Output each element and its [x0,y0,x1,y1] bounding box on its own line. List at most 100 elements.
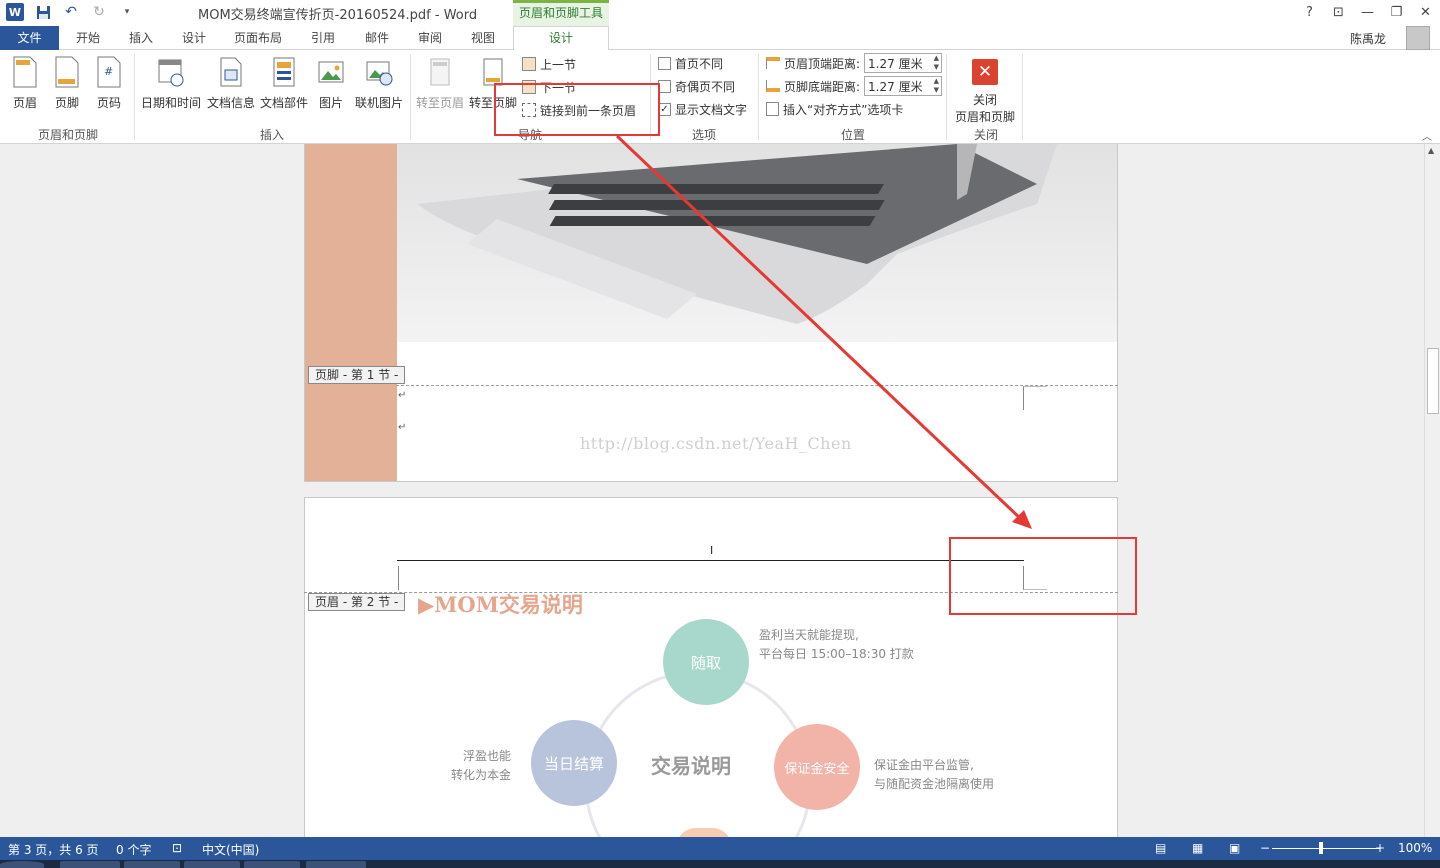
diff-first-page-checkbox[interactable] [658,56,671,70]
laptop-photo [397,144,1117,342]
ribbon-display-icon[interactable]: ⊡ [1324,0,1353,24]
header-position-icon [766,57,780,69]
maximize-button[interactable]: ❐ [1382,0,1411,24]
header-from-top-input[interactable]: 1.27 厘米 ▲ ▼ [864,53,943,73]
paragraph-mark: ↵ [398,390,407,401]
avatar[interactable] [1406,26,1430,50]
zoom-out-button[interactable]: − [1260,841,1270,855]
zoom-level[interactable]: 100% [1398,841,1432,855]
header-from-top-row: 页眉顶端距离: 1.27 厘米 ▲ ▼ [766,53,943,73]
header-text-line [397,560,1024,561]
close-window-button[interactable]: ✕ [1411,0,1440,24]
ribbon: 页眉 页脚 # 页码 页眉和页脚 日期和时间 文档信息 文档部件 图片 联机图片… [0,50,1440,144]
show-doc-text-option[interactable]: ✓ 显示文档文字 [658,99,747,119]
vertical-scrollbar[interactable]: ▲ [1424,144,1440,837]
undo-icon[interactable]: ↶ [62,3,80,21]
taskbar [0,860,1440,868]
group-separator [410,54,411,140]
footer-icon [55,56,79,88]
diff-first-page-option[interactable]: 首页不同 [658,53,723,73]
ribbon-tab-bar: 文件 开始 插入 设计 页面布局 引用 邮件 审阅 视图 设计 陈禹龙 [0,26,1440,51]
print-layout-icon[interactable]: ▦ [1192,841,1203,855]
zoom-in-button[interactable]: + [1375,841,1385,855]
paragraph-mark: ↵ [398,422,407,433]
online-picture-button[interactable]: 联机图片 [353,56,405,111]
collapse-ribbon-icon[interactable]: ︿ [1422,128,1432,143]
start-button[interactable] [0,861,44,868]
group-label-close: 关闭 [973,128,998,142]
bubble-baozheng: 保证金安全 [774,724,860,810]
spin-arrows-icon[interactable]: ▲ ▼ [934,54,939,72]
footer-margin-mark [1023,386,1047,410]
text-cursor[interactable]: I [710,544,713,557]
show-doc-text-label: 显示文档文字 [675,102,748,117]
page-number-button[interactable]: # 页码 [94,56,124,111]
group-label-position: 位置 [840,128,865,142]
help-icon[interactable]: ? [1295,0,1324,24]
zoom-slider-knob[interactable] [1319,842,1323,854]
quick-parts-button[interactable]: 文档部件 [259,56,309,111]
diff-odd-even-label: 奇偶页不同 [675,79,736,94]
spin-arrows-icon[interactable]: ▲ ▼ [934,77,939,95]
proofing-icon[interactable]: ⊡ [172,841,182,855]
footer-button[interactable]: 页脚 [52,56,82,111]
tab-page-layout[interactable]: 页面布局 [234,26,282,50]
annotation-box-header-area [949,537,1137,615]
header-button[interactable]: 页眉 [10,56,40,111]
tab-header-footer-design[interactable]: 设计 [513,26,609,51]
page-info[interactable]: 第 3 页，共 6 页 [8,841,99,858]
bubble-dangri: 当日结算 [531,720,617,806]
page-1[interactable] [304,144,1118,482]
tab-file[interactable]: 文件 [0,26,59,50]
zoom-slider[interactable] [1272,848,1380,849]
center-label: 交易说明 [651,754,731,778]
note-right: 保证金由平台监管, 与随配资金池隔离使用 [874,756,994,794]
close-header-footer-button[interactable]: ✕ 关闭 页眉和页脚 [950,56,1020,125]
diff-odd-even-option[interactable]: 奇偶页不同 [658,76,735,96]
context-group-label: 页眉和页脚工具 [513,0,609,26]
web-layout-icon[interactable]: ▣ [1229,841,1240,855]
picture-button[interactable]: 图片 [316,56,346,111]
footer-from-bottom-row: 页脚底端距离: 1.27 厘米 ▲ ▼ [766,76,943,96]
word-logo-icon: W [6,3,24,21]
tab-design[interactable]: 设计 [182,26,206,50]
group-separator [134,54,135,140]
header-margin-mark [398,566,399,590]
prev-section-button[interactable]: 上一节 [522,54,576,74]
scrollbar-thumb[interactable] [1427,348,1439,414]
read-mode-icon[interactable]: ▤ [1155,841,1166,855]
tab-insert[interactable]: 插入 [129,26,153,50]
minimize-button[interactable]: — [1353,0,1382,24]
status-bar: 第 3 页，共 6 页 0 个字 ⊡ 中文(中国) ▤ ▦ ▣ − + 100% [0,837,1440,860]
page-number-icon: # [97,56,121,88]
date-time-button[interactable]: 日期和时间 [140,56,202,111]
customize-qat-icon[interactable]: ▾ [118,3,136,21]
scroll-up-icon[interactable]: ▲ [1428,146,1434,155]
word-count[interactable]: 0 个字 [116,841,151,858]
taskbar-item[interactable] [184,861,240,868]
insert-align-tab-button[interactable]: 插入“对齐方式”选项卡 [766,99,903,119]
language[interactable]: 中文(中国) [202,841,259,858]
taskbar-item[interactable] [60,861,120,868]
taskbar-item[interactable] [306,861,366,868]
goto-header-button[interactable]: 转至页眉 [415,56,465,111]
document-info-icon [220,57,242,87]
redo-icon[interactable]: ↻ [90,3,108,21]
document-area[interactable]: 页脚 - 第 1 节 - ↵ ↵ http://blog.csdn.net/Ye… [0,144,1424,837]
user-name[interactable]: 陈禹龙 [1350,30,1386,47]
annotation-box-link-button [494,83,660,136]
doc-info-button[interactable]: 文档信息 [205,56,257,111]
insert-align-tab-label: 插入“对齐方式”选项卡 [783,102,904,117]
tab-review[interactable]: 审阅 [418,26,442,50]
tab-home[interactable]: 开始 [76,26,100,50]
tab-view[interactable]: 视图 [471,26,495,50]
group-separator [758,54,759,140]
footer-from-bottom-input[interactable]: 1.27 厘米 ▲ ▼ [864,76,943,96]
tab-mailings[interactable]: 邮件 [365,26,389,50]
save-icon[interactable] [34,3,52,21]
prev-section-label: 上一节 [540,57,577,72]
taskbar-item[interactable] [124,861,180,868]
taskbar-item[interactable] [244,861,300,868]
note-right-line2: 与随配资金池隔离使用 [874,777,995,791]
tab-references[interactable]: 引用 [311,26,335,50]
